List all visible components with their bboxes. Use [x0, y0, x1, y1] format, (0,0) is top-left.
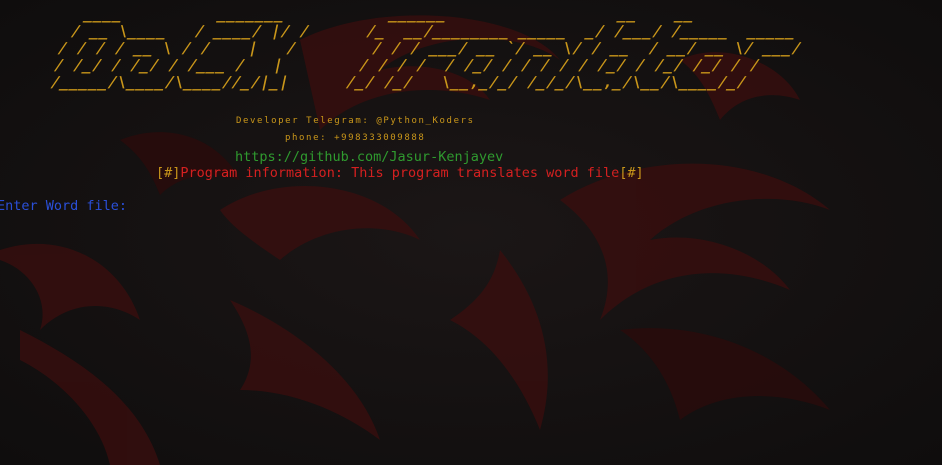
ascii-banner: ____ _______ ______ __ __ / __ \____ / _…	[48, 5, 804, 91]
prompt-line: Enter Word file:	[0, 197, 440, 215]
prompt-label: Enter Word file:	[0, 198, 136, 214]
developer-telegram-line: Developer Telegram: @Python_Koders	[236, 116, 475, 126]
phone-line: phone: +998333009888	[285, 133, 426, 143]
info-open-bracket: [#]	[156, 165, 181, 181]
info-close-bracket: [#]	[619, 165, 644, 181]
program-info-line: [#]Program information: This program tra…	[156, 165, 644, 181]
word-file-input[interactable]	[135, 197, 440, 215]
github-link[interactable]: https://github.com/Jasur-Kenjayev	[235, 149, 503, 165]
info-text: Program information: This program transl…	[180, 165, 620, 181]
terminal-window[interactable]: ____ _______ ______ __ __ / __ \____ / _…	[0, 0, 942, 465]
